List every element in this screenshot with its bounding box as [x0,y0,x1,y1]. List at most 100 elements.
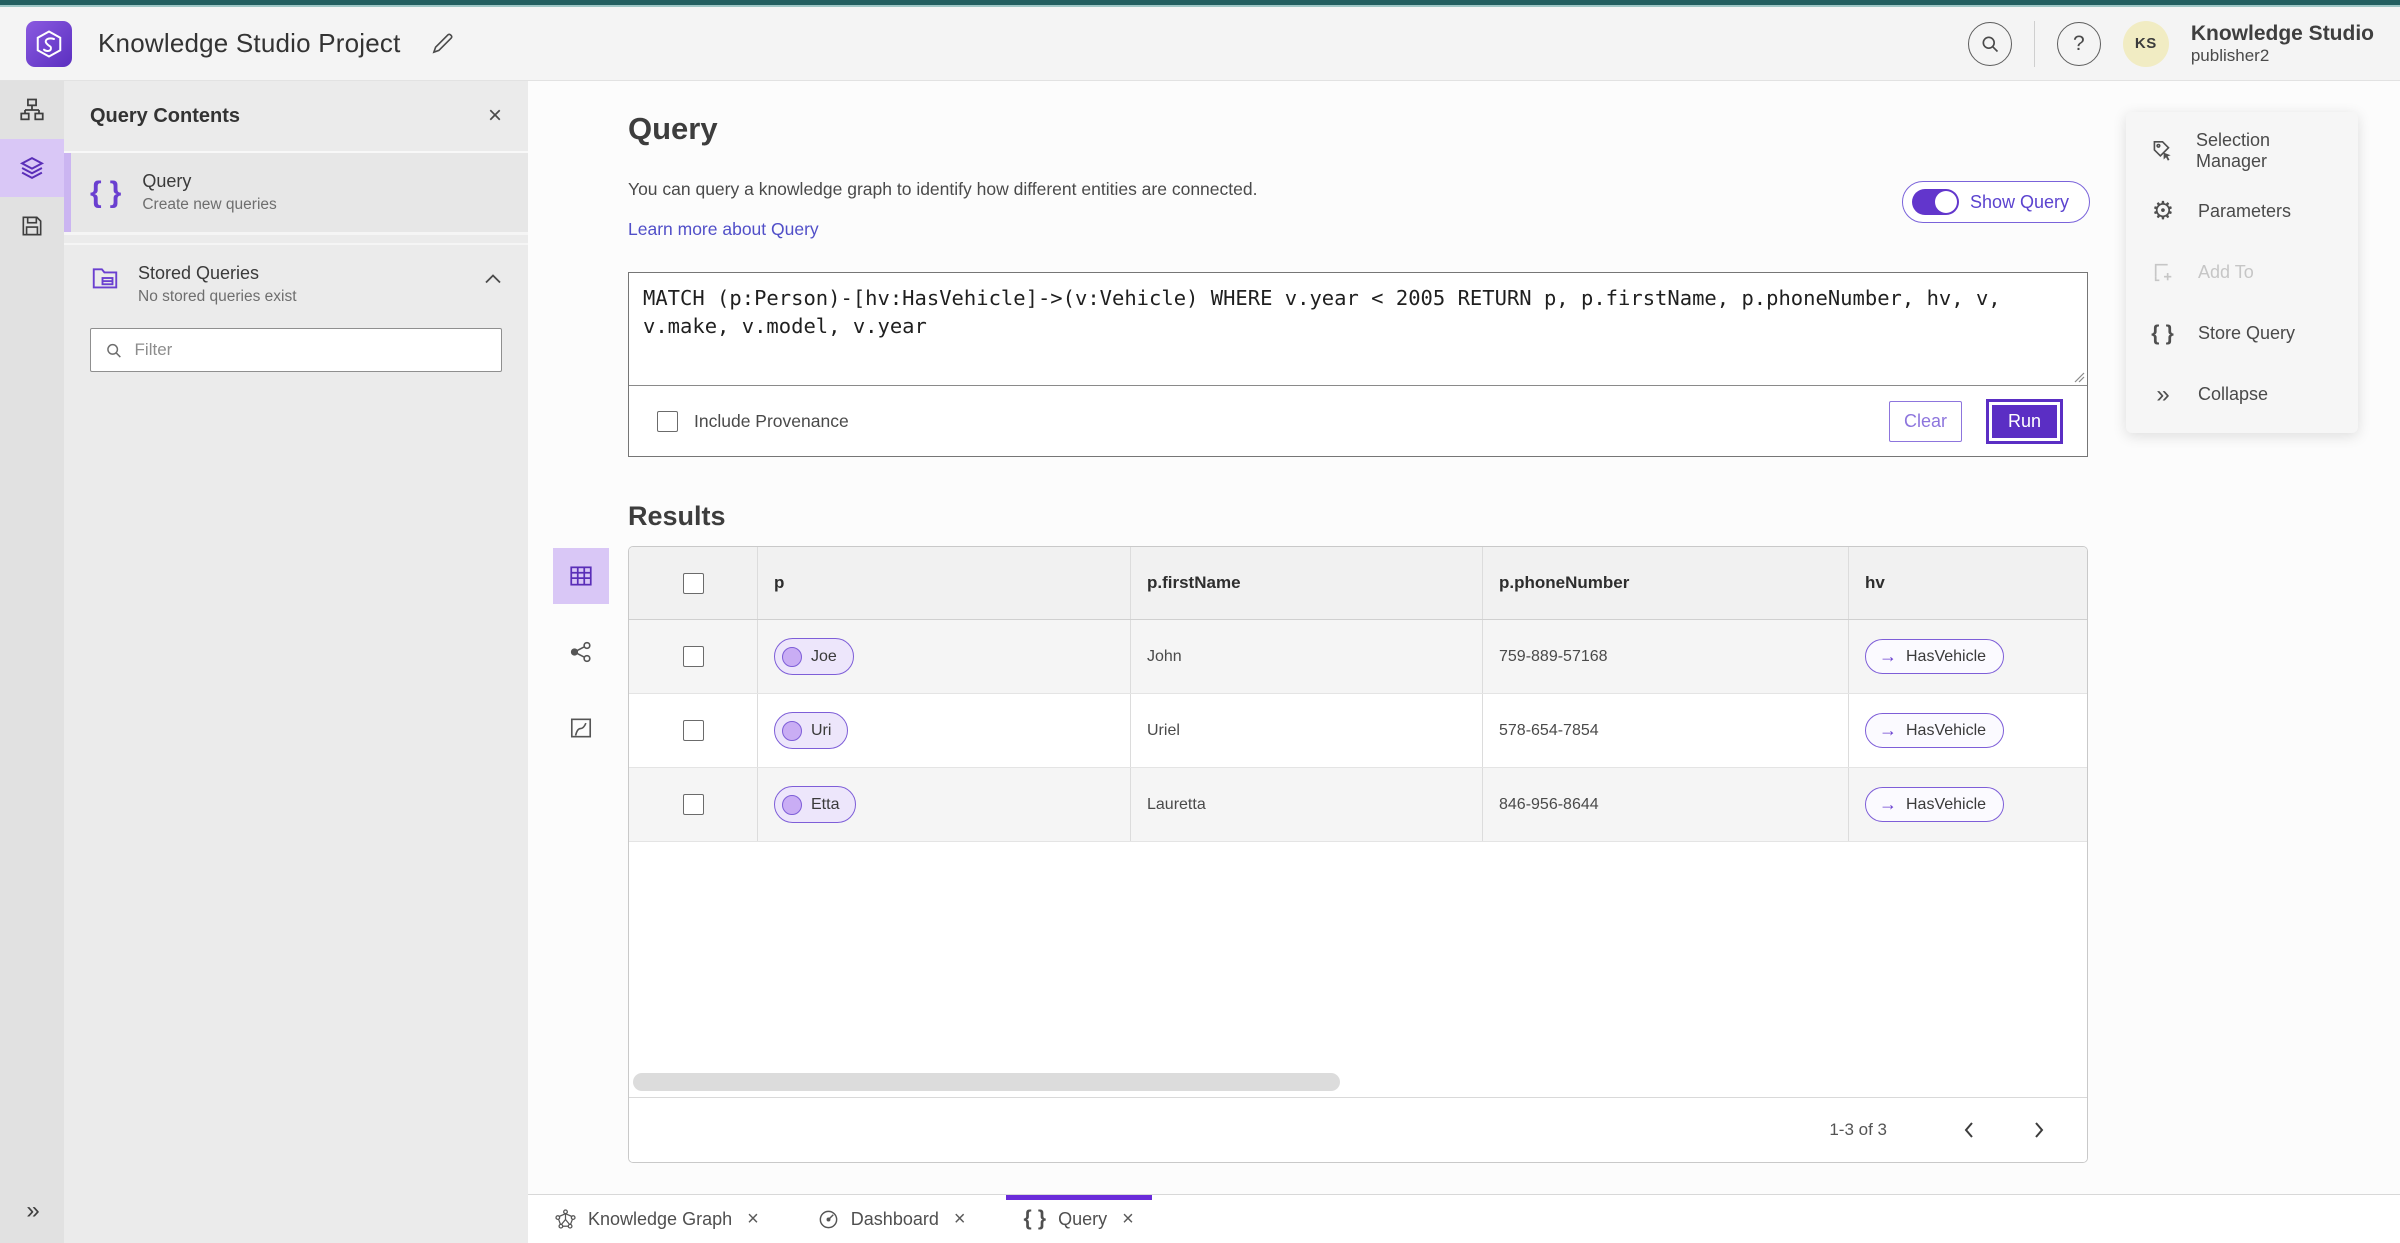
node-circle-icon [782,646,802,667]
arrow-right-icon: → [1879,646,1897,666]
left-rail: » [0,81,64,1243]
expand-rail-button[interactable]: » [0,1197,64,1225]
rail-item-save[interactable] [0,197,64,255]
action-label: Collapse [2198,384,2269,404]
relationship-pill[interactable]: → HasVehicle [1865,787,2005,822]
table-view-button[interactable] [553,548,609,604]
table-header-row: p p.firstName p.phoneNumber hv [629,547,2087,620]
learn-more-link[interactable]: Learn more about Query [628,219,819,240]
page-description: You can query a knowledge graph to ident… [628,179,1258,199]
row-checkbox[interactable] [682,646,704,667]
collapse-panel-button[interactable]: » Collapse [2126,364,2358,425]
node-circle-icon [782,720,802,741]
panel-item-stored-queries[interactable]: Stored Queries No stored queries exist [64,243,528,318]
relationship-pill[interactable]: → HasVehicle [1865,639,2005,674]
include-provenance-checkbox[interactable] [657,410,678,432]
relationship-label: HasVehicle [1906,647,1987,665]
column-header-hv[interactable]: hv [1849,547,2087,619]
add-to-button[interactable]: Add To [2126,242,2358,303]
entity-label: Etta [811,795,840,813]
include-provenance-label: Include Provenance [694,410,849,431]
query-item-title: Query [142,171,192,191]
previous-page-button[interactable] [1951,1112,1987,1148]
parameters-button[interactable]: ⚙ Parameters [2126,181,2358,242]
tab-label: Knowledge Graph [588,1208,733,1229]
tab-label: Dashboard [850,1208,939,1229]
toggle-switch[interactable] [1911,189,1959,215]
chevron-left-icon [1964,1122,1973,1138]
results-view-selector [553,548,609,756]
map-view-icon [570,718,592,738]
show-query-toggle[interactable]: Show Query [1901,181,2090,223]
relationship-pill[interactable]: → HasVehicle [1865,713,2005,748]
double-chevron-right-icon: » [2156,380,2170,408]
panel-header: Query Contents × [64,81,528,153]
hexagon-logo-icon [36,29,62,58]
entity-node-pill[interactable]: Etta [774,786,857,823]
app-header: Knowledge Studio Project ? KS Knowledge … [0,7,2400,81]
horizontal-scrollbar[interactable] [633,1073,1340,1091]
row-checkbox[interactable] [682,720,704,741]
entity-node-pill[interactable]: Uri [774,712,849,749]
add-to-icon [2148,260,2178,285]
knowledge-graph-icon [555,1208,576,1229]
filter-input[interactable] [134,340,487,360]
entity-node-pill[interactable]: Joe [774,638,854,675]
column-header-firstname[interactable]: p.firstName [1131,547,1483,619]
graph-view-button[interactable] [553,624,609,680]
table-row[interactable]: Uri Uriel 578-654-7854 → HasVehicle [629,694,2087,768]
search-icon [1982,36,1998,52]
close-tab-icon[interactable]: × [747,1209,759,1229]
tab-dashboard[interactable]: Dashboard × [799,1195,984,1243]
tab-knowledge-graph[interactable]: Knowledge Graph × [536,1195,777,1243]
collapse-section-button[interactable] [484,273,502,285]
table-row[interactable]: Etta Lauretta 846-956-8644 → HasVehicle [629,768,2087,842]
resize-handle[interactable] [2072,370,2085,383]
query-item-subtitle: Create new queries [142,196,277,213]
rail-item-layers[interactable] [0,139,64,197]
search-button[interactable] [1967,21,2012,66]
toggle-knob [1934,191,1957,213]
layers-icon [19,156,45,180]
store-query-button[interactable]: { } Store Query [2126,303,2358,364]
row-checkbox[interactable] [682,794,704,815]
selection-manager-button[interactable]: Selection Manager [2126,120,2358,181]
rail-item-hierarchy[interactable] [0,81,64,139]
query-page: Query You can query a knowledge graph to… [528,81,2400,1194]
action-label: Add To [2198,262,2254,282]
question-mark-icon: ? [2073,31,2085,55]
document-tabbar: Knowledge Graph × Dashboard × { } Query … [528,1194,2400,1243]
next-page-button[interactable] [2021,1112,2057,1148]
close-panel-button[interactable]: × [488,104,502,128]
map-view-button[interactable] [553,700,609,756]
filter-field[interactable] [90,328,502,372]
close-tab-icon[interactable]: × [954,1209,966,1229]
user-info: Knowledge Studio publisher2 [2191,22,2374,66]
panel-item-query[interactable]: { } Query Create new queries [64,153,528,235]
clear-button[interactable]: Clear [1888,400,1962,442]
table-row[interactable]: Joe John 759-889-57168 → HasVehicle [629,620,2087,694]
query-code-input[interactable]: MATCH (p:Person)-[hv:HasVehicle]->(v:Veh… [629,273,2087,385]
action-label: Selection Manager [2195,129,2271,171]
firstname-cell: Uriel [1147,721,1180,739]
node-circle-icon [782,794,802,815]
phonenumber-cell: 578-654-7854 [1499,721,1599,739]
results-title: Results [628,501,726,531]
stored-queries-title: Stored Queries [138,263,260,283]
tab-query[interactable]: { } Query × [1005,1195,1153,1243]
save-icon [22,216,42,236]
user-product-name: Knowledge Studio [2190,21,2374,45]
edit-title-icon[interactable] [429,31,455,57]
help-button[interactable]: ? [2056,21,2101,66]
app-logo[interactable] [26,20,72,67]
table-pagination: 1-3 of 3 [629,1097,2087,1162]
column-header-phonenumber[interactable]: p.phoneNumber [1483,547,1849,619]
user-avatar[interactable]: KS [2122,20,2169,67]
run-button[interactable]: Run [1985,398,2063,444]
gear-icon: ⚙ [2151,197,2175,225]
app-window: Knowledge Studio Project ? KS Knowledge … [0,0,2400,1243]
close-tab-icon[interactable]: × [1122,1209,1134,1229]
column-header-p[interactable]: p [758,547,1131,619]
action-label: Store Query [2198,323,2296,343]
select-all-checkbox[interactable] [682,572,704,594]
